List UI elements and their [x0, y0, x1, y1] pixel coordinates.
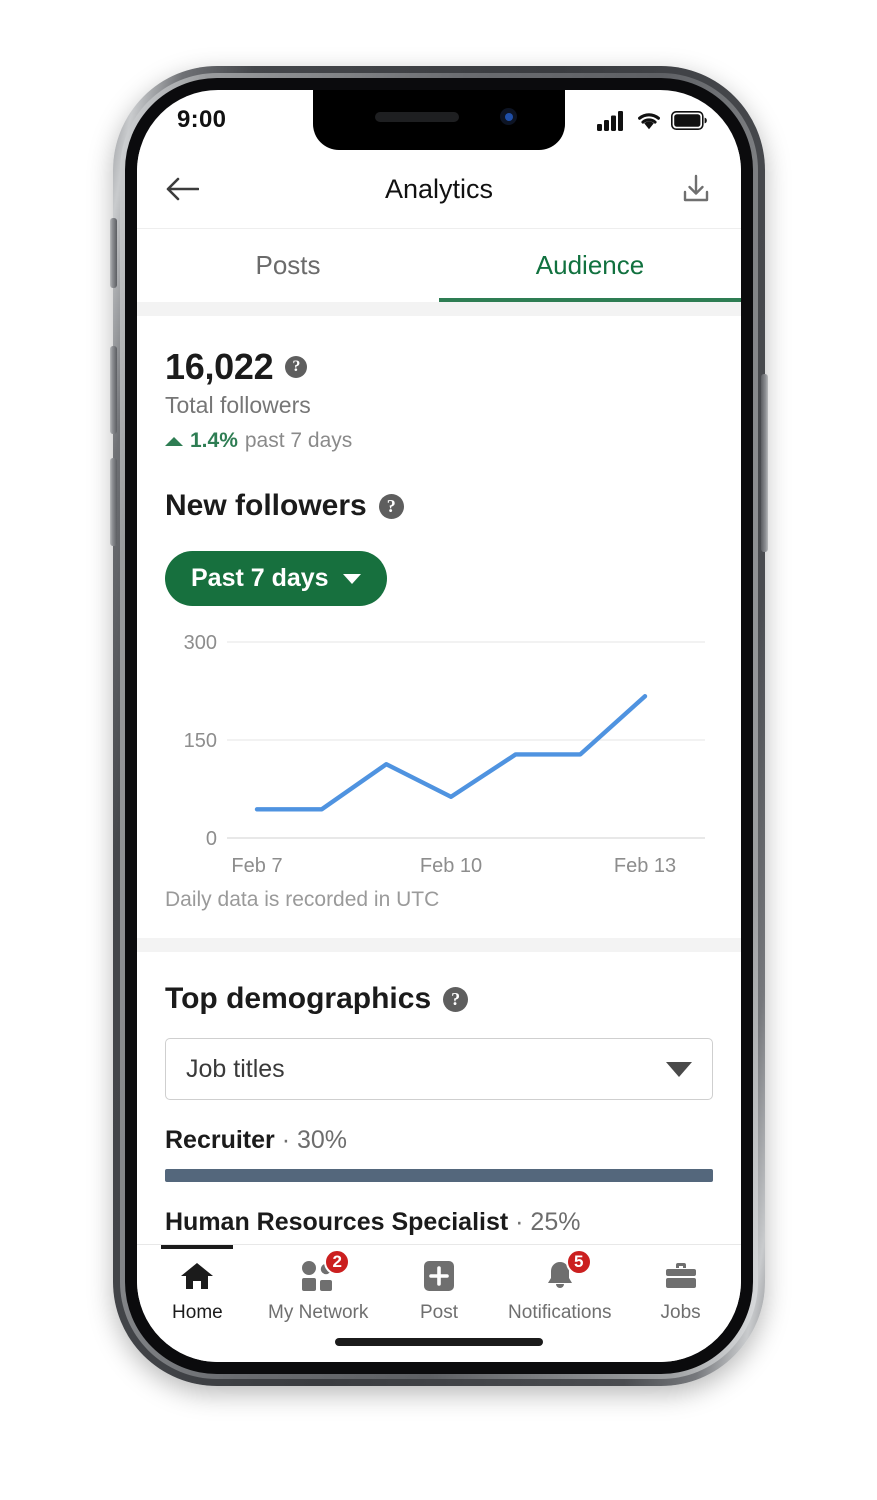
wifi-icon: [638, 112, 660, 129]
section-divider-mid: [137, 938, 741, 952]
chevron-down-icon: [666, 1061, 692, 1077]
demographic-sep: ·: [274, 1126, 297, 1154]
tab-posts[interactable]: Posts: [137, 229, 439, 302]
nav-item-home[interactable]: Home: [137, 1245, 258, 1324]
demographics-panel: Top demographics ? Job titles Recruiter …: [137, 952, 741, 1264]
status-bar-icons: [597, 110, 707, 131]
briefcase-icon: [661, 1257, 701, 1295]
app-content: Analytics Posts Audience 16,022 ? Total …: [137, 150, 741, 1362]
demographic-percent: 30%: [296, 1126, 348, 1154]
phone-frame: 9:00 Analytics Posts Audience 16,022 ? T…: [110, 66, 768, 1386]
tab-audience[interactable]: Audience: [439, 229, 741, 302]
nav-label-home: Home: [172, 1302, 223, 1323]
plus-square-icon: [419, 1257, 459, 1295]
nav-item-my-network[interactable]: 2 My Network: [258, 1249, 379, 1324]
new-followers-chart: 300 150 0 Feb 7 Feb 10 Feb 13: [165, 628, 713, 878]
new-followers-heading: New followers: [165, 489, 367, 522]
demographic-name: Human Resources Specialist: [165, 1208, 509, 1236]
demographics-select[interactable]: Job titles: [165, 1038, 713, 1100]
y-tick-150: 150: [184, 730, 217, 752]
demographic-label: Recruiter · 30%: [165, 1126, 713, 1155]
demographics-heading-row: Top demographics ?: [165, 982, 713, 1016]
chart-footnote: Daily data is recorded in UTC: [165, 888, 440, 911]
x-tick-feb-13: Feb 13: [614, 855, 676, 877]
nav-item-notifications[interactable]: 5 Notifications: [499, 1249, 620, 1324]
total-followers-label: Total followers: [165, 392, 311, 418]
demographic-sep: ·: [508, 1208, 531, 1236]
nav-item-post[interactable]: Post: [379, 1257, 500, 1324]
y-tick-300: 300: [184, 632, 217, 654]
volume-down-button[interactable]: [110, 458, 117, 546]
screenshot-stage: 9:00 Analytics Posts Audience 16,022 ? T…: [0, 0, 877, 1500]
demographics-heading: Top demographics: [165, 982, 432, 1015]
nav-label-my-network: My Network: [268, 1302, 369, 1323]
demographic-label: Human Resources Specialist · 25%: [165, 1208, 713, 1237]
line-chart-svg: 300 150 0 Feb 7 Feb 10 Feb 13: [184, 632, 705, 877]
x-tick-feb-10: Feb 10: [420, 855, 482, 877]
chart-series-line: [254, 693, 648, 812]
trend-up-icon: [165, 436, 183, 446]
demographic-bar-track: [165, 1169, 713, 1182]
phone-frame-inner: 9:00 Analytics Posts Audience 16,022 ? T…: [120, 73, 758, 1379]
download-icon: [683, 174, 709, 202]
nav-badge-notifications: 5: [565, 1249, 592, 1275]
followers-delta: 1.4% past 7 days: [165, 429, 713, 453]
silent-switch-button[interactable]: [110, 218, 117, 288]
section-divider-top: [137, 302, 741, 316]
phone-bezel: 9:00 Analytics Posts Audience 16,022 ? T…: [125, 78, 753, 1374]
phone-screen: 9:00 Analytics Posts Audience 16,022 ? T…: [137, 90, 741, 1362]
demographics-select-value: Job titles: [186, 1054, 285, 1083]
app-navbar: Analytics: [137, 150, 741, 228]
download-button[interactable]: [673, 166, 719, 212]
bell-icon: 5: [540, 1249, 592, 1295]
new-followers-heading-row: New followers ?: [165, 489, 713, 523]
chevron-down-icon: [342, 573, 361, 584]
help-circle-icon[interactable]: ?: [443, 986, 469, 1012]
back-arrow-icon: [166, 177, 199, 201]
notch: [313, 90, 565, 150]
total-followers-value: 16,022: [165, 346, 274, 387]
followers-delta-period: past 7 days: [244, 429, 353, 452]
help-circle-icon[interactable]: ?: [285, 356, 308, 378]
help-circle-icon[interactable]: ?: [378, 493, 404, 519]
followers-delta-value: 1.4%: [190, 429, 238, 452]
earpiece-speaker-icon: [375, 112, 459, 122]
volume-up-button[interactable]: [110, 346, 117, 434]
demographic-name: Recruiter: [165, 1126, 275, 1154]
people-icon: 2: [298, 1249, 351, 1295]
cellular-signal-icon: [597, 110, 623, 131]
page-title: Analytics: [384, 173, 494, 204]
back-button[interactable]: [159, 166, 205, 212]
y-tick-0: 0: [206, 828, 217, 850]
date-range-label: Past 7 days: [191, 564, 329, 592]
home-indicator[interactable]: [335, 1338, 543, 1346]
nav-label-jobs: Jobs: [660, 1302, 701, 1323]
battery-icon: [671, 110, 707, 130]
nav-label-post: Post: [419, 1302, 458, 1323]
followers-panel: 16,022 ? Total followers 1.4% past 7 day…: [137, 316, 741, 938]
home-icon: [177, 1257, 217, 1295]
date-range-button[interactable]: Past 7 days: [165, 551, 387, 606]
total-followers-row: 16,022 ?: [165, 346, 713, 388]
status-bar-clock: 9:00: [177, 106, 227, 133]
nav-item-jobs[interactable]: Jobs: [620, 1257, 741, 1324]
demographic-percent: 25%: [530, 1208, 581, 1236]
nav-badge-my-network: 2: [324, 1249, 351, 1275]
x-tick-feb-7: Feb 7: [231, 855, 282, 877]
front-camera-icon: [500, 108, 517, 125]
nav-active-indicator: [161, 1245, 234, 1249]
power-button[interactable]: [761, 374, 768, 552]
demographic-row: Recruiter · 30%: [165, 1126, 713, 1182]
demographic-bar-fill: [165, 1169, 713, 1182]
analytics-tabs: Posts Audience: [137, 228, 741, 302]
nav-label-notifications: Notifications: [508, 1302, 612, 1323]
